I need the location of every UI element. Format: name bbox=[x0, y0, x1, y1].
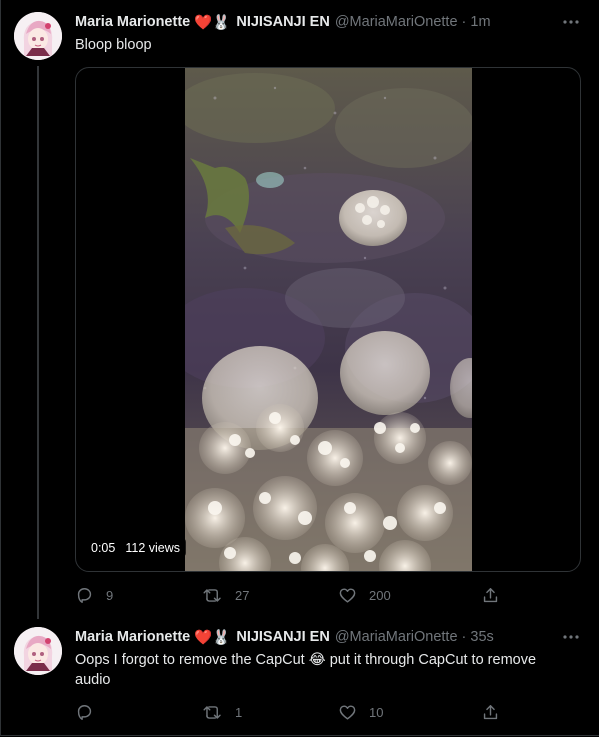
timestamp[interactable]: 35s bbox=[470, 629, 493, 645]
avatar[interactable] bbox=[14, 627, 62, 675]
reply-button[interactable]: 9 bbox=[75, 586, 113, 605]
avatar[interactable] bbox=[14, 12, 62, 60]
more-options-button[interactable] bbox=[561, 627, 581, 647]
retweet-count: 27 bbox=[235, 587, 250, 603]
video-duration: 0:05 bbox=[91, 540, 116, 555]
heart-icon bbox=[339, 704, 356, 720]
separator-dot: · bbox=[461, 629, 467, 645]
more-options-button[interactable] bbox=[561, 12, 581, 32]
tweet-text: Oops I forgot to remove the CapCut 😂 put… bbox=[75, 652, 537, 688]
retweet-count: 1 bbox=[235, 704, 243, 720]
more-dots-icon bbox=[563, 20, 579, 24]
display-name[interactable]: Maria Marionette bbox=[75, 14, 190, 30]
handle[interactable]: @MariaMariOnette bbox=[335, 14, 458, 30]
display-name[interactable]: Maria Marionette bbox=[75, 629, 190, 645]
share-button[interactable] bbox=[481, 586, 500, 605]
affiliation-label: NIJISANJI EN bbox=[236, 629, 330, 645]
share-icon bbox=[483, 704, 498, 719]
video-info-overlay: 0:05 112 views bbox=[85, 538, 187, 557]
like-button[interactable]: 10 bbox=[338, 703, 383, 722]
thread-connector-line bbox=[37, 66, 39, 619]
heart-icon bbox=[339, 587, 356, 603]
tweet-header: Maria Marionette ❤️🐰 NIJISANJI EN @Maria… bbox=[75, 627, 494, 647]
timestamp[interactable]: 1m bbox=[470, 14, 490, 30]
video-frame[interactable] bbox=[185, 68, 472, 571]
separator-dot: · bbox=[461, 14, 467, 30]
like-button[interactable]: 200 bbox=[338, 586, 391, 605]
retweet-button[interactable]: 1 bbox=[202, 703, 242, 722]
share-icon bbox=[483, 587, 498, 602]
more-dots-icon bbox=[563, 635, 579, 639]
tweet-text: Bloop bloop bbox=[75, 37, 152, 53]
reply-button[interactable] bbox=[75, 703, 106, 722]
name-emoji: ❤️🐰 bbox=[194, 629, 231, 646]
affiliation-label: NIJISANJI EN bbox=[236, 14, 330, 30]
retweet-button[interactable]: 27 bbox=[202, 586, 249, 605]
retweet-icon bbox=[203, 705, 221, 719]
retweet-icon bbox=[203, 588, 221, 602]
handle[interactable]: @MariaMariOnette bbox=[335, 629, 458, 645]
like-count: 10 bbox=[369, 704, 384, 720]
reply-count: 9 bbox=[106, 587, 114, 603]
video-player[interactable]: 0:05 112 views bbox=[75, 67, 581, 572]
name-emoji: ❤️🐰 bbox=[194, 14, 231, 31]
reply-icon bbox=[77, 704, 92, 720]
share-button[interactable] bbox=[481, 703, 500, 722]
reply-icon bbox=[77, 587, 92, 603]
tweet-header: Maria Marionette ❤️🐰 NIJISANJI EN @Maria… bbox=[75, 12, 491, 32]
video-views: 112 views bbox=[125, 540, 181, 555]
like-count: 200 bbox=[369, 587, 391, 603]
